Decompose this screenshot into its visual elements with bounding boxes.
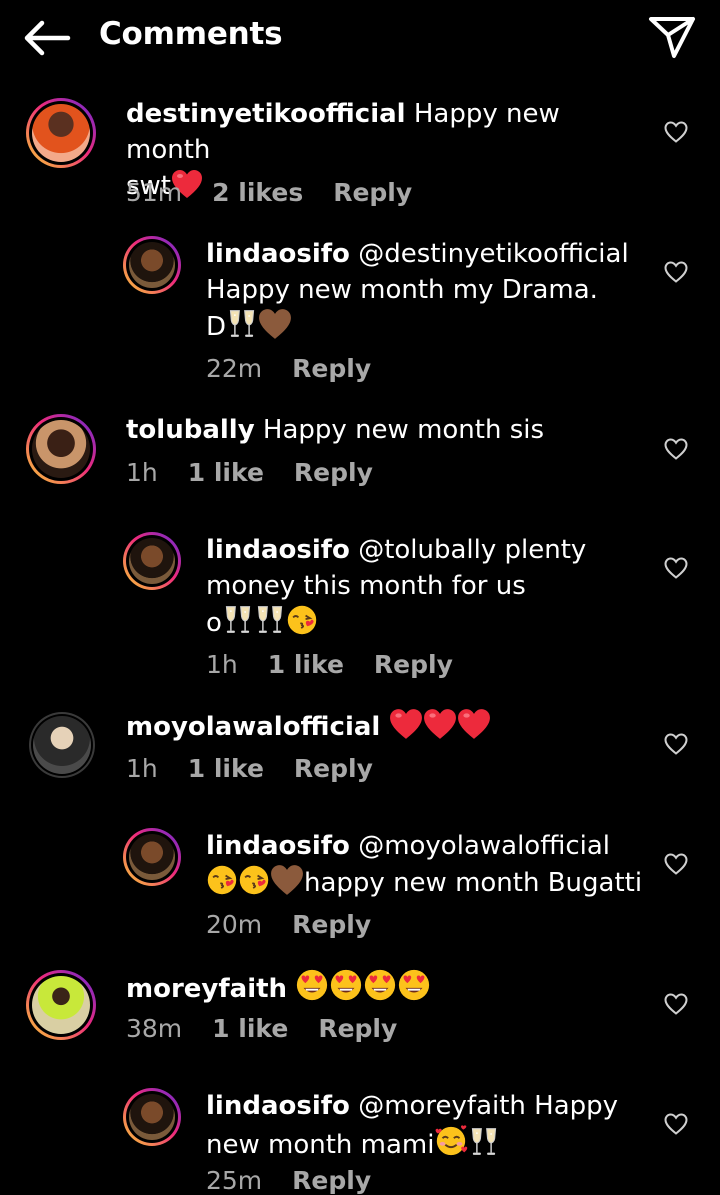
username[interactable]: tolubally — [126, 415, 255, 445]
kissing-face-icon — [238, 864, 270, 896]
heart-eyes-icon — [397, 968, 431, 1002]
champagne-glasses-icon — [222, 604, 254, 636]
likes-count[interactable]: 1 like — [188, 458, 264, 487]
avatar[interactable] — [123, 236, 181, 294]
kissing-face-icon — [286, 604, 318, 636]
like-heart-icon[interactable] — [663, 991, 689, 1017]
avatar[interactable] — [26, 414, 96, 484]
mention[interactable]: @moreyfaith — [358, 1091, 526, 1121]
heart-eyes-icon — [363, 968, 397, 1002]
username[interactable]: lindaosifo — [206, 535, 350, 565]
username[interactable]: lindaosifo — [206, 831, 350, 861]
comment-text: lindaosifo @moreyfaith Happy new month m… — [206, 1088, 646, 1163]
username[interactable]: lindaosifo — [206, 1091, 350, 1121]
timestamp: 38m — [126, 1014, 183, 1043]
like-heart-icon[interactable] — [663, 259, 689, 285]
smiling-face-hearts-icon — [434, 1124, 468, 1158]
avatar[interactable] — [29, 712, 95, 778]
comment-meta: 1h 1 like Reply — [206, 650, 483, 679]
reply-button[interactable]: Reply — [374, 650, 453, 679]
comment-meta: 22m Reply — [206, 354, 401, 383]
reply-button[interactable]: Reply — [292, 354, 371, 383]
mention[interactable]: @moyolawalofficial — [358, 831, 610, 861]
reply-button[interactable]: Reply — [318, 1014, 397, 1043]
avatar[interactable] — [123, 532, 181, 590]
timestamp: 25m — [206, 1166, 263, 1195]
comment-body-line2: money this month for us — [206, 571, 526, 601]
heart-eyes-icon — [329, 968, 363, 1002]
username[interactable]: moyolawalofficial — [126, 712, 380, 742]
reply-button[interactable]: Reply — [292, 1166, 371, 1195]
comment-body: Happy new month sis — [262, 415, 545, 445]
comment-text: moreyfaith — [126, 968, 646, 1007]
comment-text: moyolawalofficial — [126, 708, 646, 745]
username[interactable]: lindaosifo — [206, 239, 350, 269]
like-heart-icon[interactable] — [663, 555, 689, 581]
comment-body-line2: Happy new month my Drama. — [206, 275, 598, 305]
avatar[interactable] — [123, 828, 181, 886]
mention[interactable]: @destinyetikoofficial — [358, 239, 629, 269]
page-title: Comments — [99, 16, 283, 52]
comment-body: Happy — [534, 1091, 619, 1121]
header-bar: Comments — [0, 0, 720, 76]
comment-body-line2: happy new month Bugatti — [304, 868, 643, 898]
champagne-glasses-icon — [254, 604, 286, 636]
comment-body-line3: D — [206, 312, 227, 342]
timestamp: 51m — [126, 178, 183, 207]
likes-count[interactable]: 1 like — [268, 650, 344, 679]
comment-body-line3: o — [206, 608, 222, 638]
red-heart-icon — [389, 708, 423, 740]
comment-body-line2: new month mami — [206, 1130, 435, 1160]
timestamp: 1h — [126, 458, 158, 487]
avatar[interactable] — [123, 1088, 181, 1146]
red-heart-icon — [457, 708, 491, 740]
comment-text: tolubally Happy new month sis — [126, 412, 646, 448]
comment-meta: 20m Reply — [206, 910, 401, 939]
avatar[interactable] — [26, 970, 96, 1040]
comment-meta: 38m 1 like Reply — [126, 1014, 427, 1043]
brown-heart-icon — [258, 308, 292, 340]
champagne-glasses-icon — [226, 308, 258, 340]
likes-count[interactable]: 1 like — [212, 1014, 288, 1043]
arrow-left-icon[interactable] — [22, 18, 72, 58]
timestamp: 20m — [206, 910, 263, 939]
kissing-face-icon — [206, 864, 238, 896]
like-heart-icon[interactable] — [663, 436, 689, 462]
comment-text: lindaosifo @tolubally plenty money this … — [206, 532, 646, 641]
comment-meta: 1h 1 like Reply — [126, 458, 403, 487]
reply-button[interactable]: Reply — [333, 178, 412, 207]
like-heart-icon[interactable] — [663, 731, 689, 757]
likes-count[interactable]: 2 likes — [212, 178, 303, 207]
heart-eyes-icon — [295, 968, 329, 1002]
mention[interactable]: @tolubally — [358, 535, 496, 565]
reply-button[interactable]: Reply — [292, 910, 371, 939]
comment-meta: 1h 1 like Reply — [126, 754, 403, 783]
like-heart-icon[interactable] — [663, 1111, 689, 1137]
like-heart-icon[interactable] — [663, 851, 689, 877]
comment-meta: 51m 2 likes Reply — [126, 178, 442, 207]
comment-text: lindaosifo @moyolawalofficial happy new … — [206, 828, 656, 901]
paper-plane-icon[interactable] — [648, 14, 696, 60]
timestamp: 22m — [206, 354, 263, 383]
avatar[interactable] — [26, 98, 96, 168]
username[interactable]: destinyetikoofficial — [126, 99, 406, 129]
red-heart-icon — [423, 708, 457, 740]
comment-meta: 25m Reply — [206, 1166, 401, 1195]
like-heart-icon[interactable] — [663, 119, 689, 145]
champagne-glasses-icon — [468, 1126, 500, 1158]
brown-heart-icon — [270, 864, 304, 896]
comment-body: plenty — [504, 535, 587, 565]
reply-button[interactable]: Reply — [294, 754, 373, 783]
reply-button[interactable]: Reply — [294, 458, 373, 487]
username[interactable]: moreyfaith — [126, 974, 287, 1004]
comment-text: lindaosifo @destinyetikoofficial Happy n… — [206, 236, 646, 345]
likes-count[interactable]: 1 like — [188, 754, 264, 783]
timestamp: 1h — [206, 650, 238, 679]
timestamp: 1h — [126, 754, 158, 783]
